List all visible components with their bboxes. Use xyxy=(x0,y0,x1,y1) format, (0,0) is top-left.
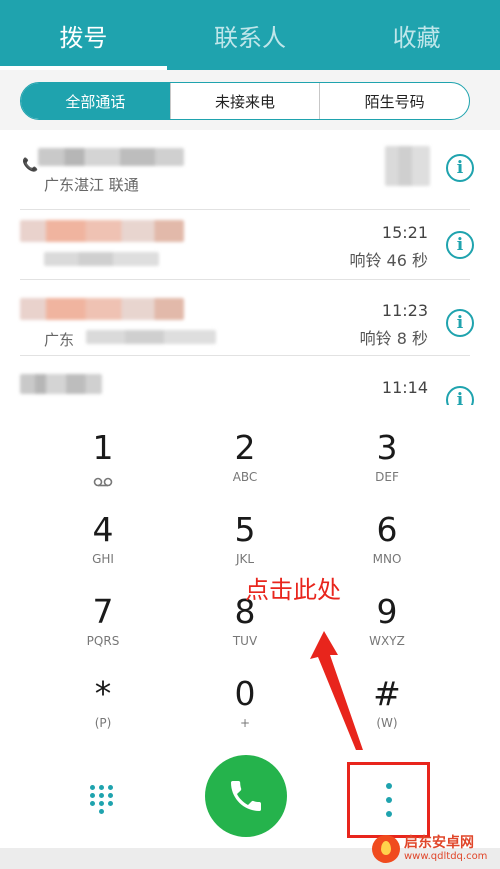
key-0[interactable]: 0 + xyxy=(190,673,300,753)
call-time: 15:21 xyxy=(381,223,428,242)
filter-missed-calls[interactable]: 未接来电 xyxy=(171,83,321,119)
key-digit: 1 xyxy=(92,428,114,467)
call-location: 广东 xyxy=(44,331,75,349)
call-location-redacted xyxy=(86,330,216,344)
watermark-name: 启东安卓网 xyxy=(404,834,474,851)
key-4[interactable]: 4 GHI xyxy=(48,509,158,589)
key-digit: 2 xyxy=(234,428,256,467)
call-ring-duration: 响铃 46 秒 xyxy=(349,251,428,270)
key-digit: 3 xyxy=(376,428,398,467)
filter-all-calls[interactable]: 全部通话 xyxy=(21,83,171,119)
call-time: 11:14 xyxy=(381,378,428,397)
key-star[interactable]: * (P) xyxy=(48,673,158,753)
highlight-box xyxy=(347,762,430,838)
tab-contacts[interactable]: 联系人 xyxy=(167,0,334,70)
call-log-list: 📞 广东湛江 联通 i 15:21 响铃 46 秒 i 广东 11:23 响铃 … xyxy=(0,130,500,405)
filter-unknown-numbers[interactable]: 陌生号码 xyxy=(320,83,469,119)
contact-name-redacted xyxy=(38,148,184,166)
keypad-icon[interactable] xyxy=(88,783,116,814)
call-log-item[interactable]: 广东 11:23 响铃 8 秒 i xyxy=(0,286,500,356)
contact-name-redacted xyxy=(20,298,184,320)
key-digit: 0 xyxy=(234,674,256,713)
contact-name-redacted xyxy=(20,220,184,242)
key-letters: MNO xyxy=(372,552,402,566)
outgoing-call-icon: 📞 xyxy=(22,158,39,173)
key-letters: PQRS xyxy=(86,634,120,648)
annotation-label: 点击此处 xyxy=(245,576,341,604)
call-log-item[interactable]: 11:14 i xyxy=(0,362,500,405)
key-letters: JKL xyxy=(235,552,255,566)
watermark-logo-icon xyxy=(372,835,400,863)
call-log-item[interactable]: 15:21 响铃 46 秒 i xyxy=(0,210,500,280)
key-1[interactable]: 1 xyxy=(48,427,158,507)
info-icon[interactable]: i xyxy=(446,231,474,259)
info-icon[interactable]: i xyxy=(446,386,474,405)
key-7[interactable]: 7 PQRS xyxy=(48,591,158,671)
call-ring-duration: 响铃 8 秒 xyxy=(359,329,428,348)
key-digit: 6 xyxy=(376,510,398,549)
key-letters: TUV xyxy=(232,634,258,648)
watermark: 启东安卓网 www.qdltdq.com xyxy=(372,829,500,869)
key-letters: (P) xyxy=(94,716,112,730)
key-6[interactable]: 6 MNO xyxy=(332,509,442,589)
key-letters: GHI xyxy=(92,552,114,566)
call-button[interactable] xyxy=(205,755,287,837)
info-icon[interactable]: i xyxy=(446,154,474,182)
call-location: 广东湛江 联通 xyxy=(44,176,139,194)
contact-name-redacted xyxy=(20,374,102,394)
key-digit: 4 xyxy=(92,510,114,549)
key-letters: ABC xyxy=(232,470,258,484)
call-filter-segment: 全部通话 未接来电 陌生号码 xyxy=(20,82,470,120)
voicemail-icon xyxy=(93,472,113,487)
tab-favorites[interactable]: 收藏 xyxy=(333,0,500,70)
key-letters: + xyxy=(239,716,251,730)
call-time-redacted xyxy=(385,146,430,186)
key-3[interactable]: 3 DEF xyxy=(332,427,442,507)
row-divider xyxy=(20,355,470,356)
top-tab-bar: 拨号 联系人 收藏 xyxy=(0,0,500,70)
key-letters: DEF xyxy=(375,470,399,484)
row-divider xyxy=(20,279,470,280)
key-digit: * xyxy=(94,674,112,713)
info-icon[interactable]: i xyxy=(446,309,474,337)
key-digit: 7 xyxy=(92,592,114,631)
annotation-arrow xyxy=(310,631,364,755)
call-time: 11:23 xyxy=(381,301,428,320)
key-2[interactable]: 2 ABC xyxy=(190,427,300,507)
call-log-item[interactable]: 📞 广东湛江 联通 i xyxy=(0,140,500,210)
tab-dial[interactable]: 拨号 xyxy=(0,0,167,70)
phone-icon xyxy=(231,781,261,811)
watermark-url: www.qdltdq.com xyxy=(404,851,488,863)
key-digit: 5 xyxy=(234,510,256,549)
call-location-redacted xyxy=(44,252,159,266)
